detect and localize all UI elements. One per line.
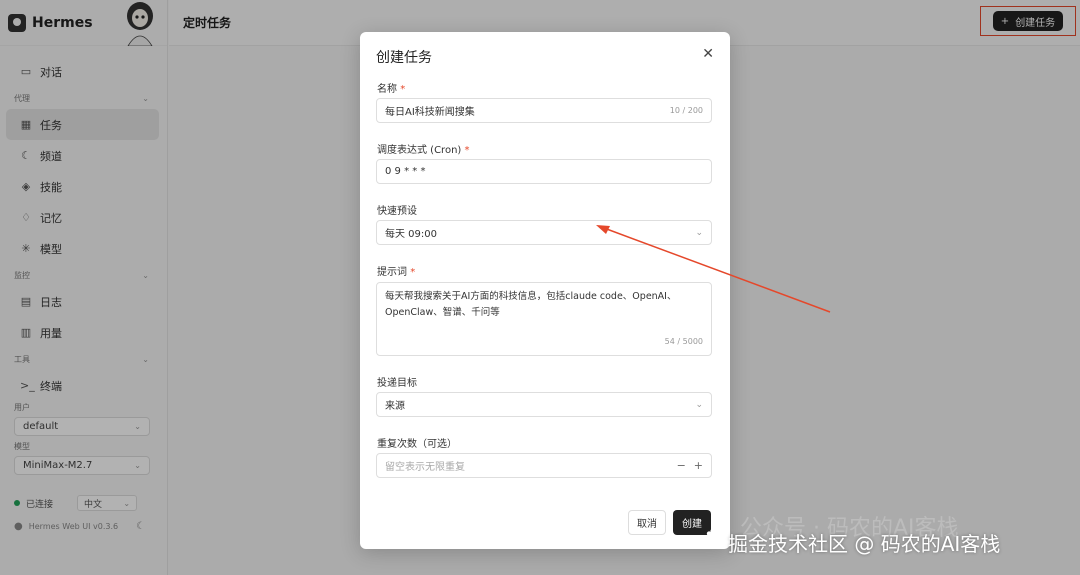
cancel-button[interactable]: 取消 (628, 510, 666, 535)
close-icon[interactable]: ✕ (702, 46, 714, 62)
create-task-dialog: 创建任务 ✕ 名称 * 每日AI科技新闻搜集 10 / 200 调度表达式 (C… (360, 32, 730, 549)
repeat-label: 重复次数（可选） (377, 439, 457, 450)
preset-select[interactable]: 每天 09:00 ⌄ (376, 220, 712, 245)
cron-label: 调度表达式 (Cron) * (377, 141, 470, 156)
name-input-value: 每日AI科技新闻搜集 (385, 107, 475, 118)
plus-icon[interactable]: + (694, 459, 703, 472)
chevron-down-icon: ⌄ (695, 399, 703, 410)
required-mark: * (410, 267, 416, 278)
name-label: 名称 * (377, 80, 405, 95)
chevron-down-icon: ⌄ (695, 227, 703, 238)
cron-input[interactable]: 0 9 * * * (376, 159, 712, 184)
repeat-placeholder: 留空表示无限重复 (385, 462, 465, 473)
target-select[interactable]: 来源 ⌄ (376, 392, 712, 417)
name-counter: 10 / 200 (669, 106, 703, 115)
name-input[interactable]: 每日AI科技新闻搜集 10 / 200 (376, 98, 712, 123)
cron-label-text: 调度表达式 (Cron) (377, 145, 462, 156)
required-mark: * (400, 84, 406, 95)
required-mark: * (464, 145, 470, 156)
repeat-input[interactable]: 留空表示无限重复 − + (376, 453, 712, 478)
wechat-icon: ✿ (706, 525, 720, 544)
name-label-text: 名称 (377, 84, 397, 95)
preset-select-value: 每天 09:00 (385, 229, 437, 240)
target-label: 投递目标 (377, 378, 417, 389)
watermark: 掘金技术社区 @ 码农的AI客栈 (728, 532, 1001, 556)
prompt-textarea[interactable]: 每天帮我搜索关于AI方面的科技信息，包括claude code、OpenAI、O… (376, 282, 712, 356)
prompt-label-text: 提示词 (377, 267, 407, 278)
target-select-value: 来源 (385, 401, 405, 412)
repeat-stepper: − + (677, 459, 703, 472)
dialog-title: 创建任务 (376, 50, 432, 66)
prompt-counter: 54 / 5000 (664, 337, 703, 346)
cron-input-value: 0 9 * * * (385, 166, 426, 177)
prompt-label: 提示词 * (377, 263, 415, 278)
prompt-value: 每天帮我搜索关于AI方面的科技信息，包括claude code、OpenAI、O… (385, 291, 677, 318)
preset-label: 快速预设 (377, 206, 417, 217)
minus-icon[interactable]: − (677, 459, 686, 472)
